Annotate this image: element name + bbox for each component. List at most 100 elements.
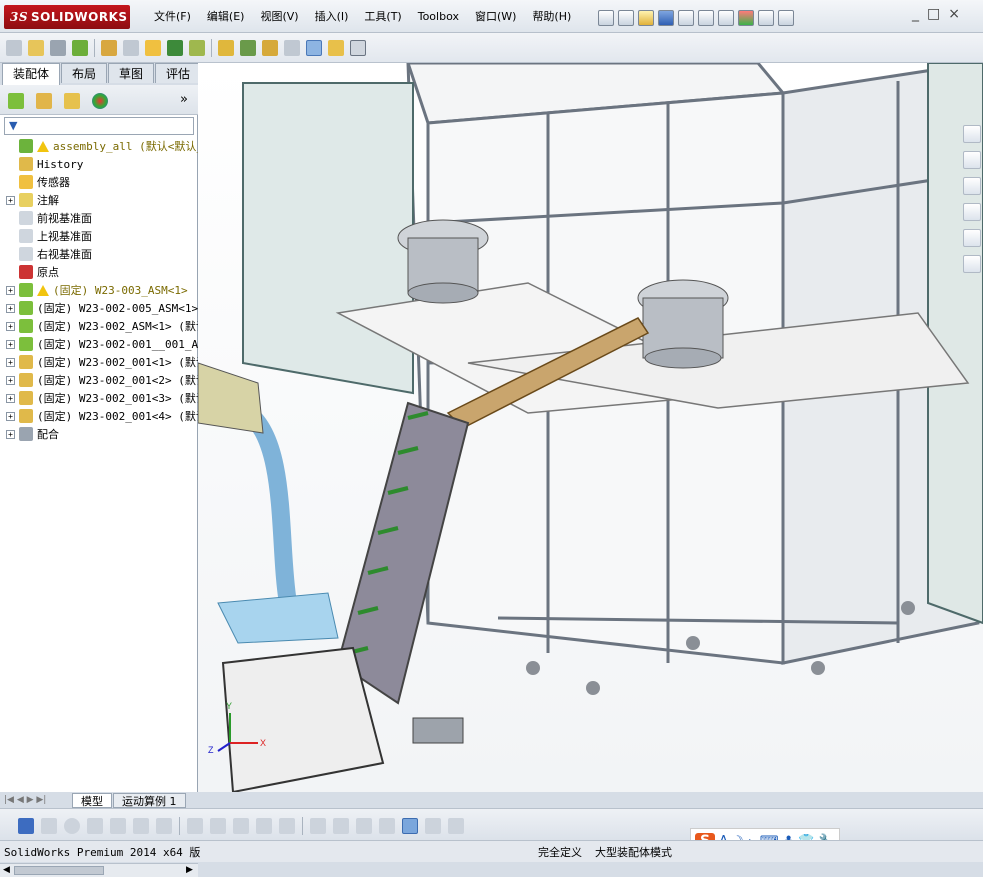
polygon-icon[interactable] <box>110 818 126 834</box>
save-icon[interactable] <box>658 10 674 26</box>
insert-component-icon[interactable] <box>6 40 22 56</box>
expand-toggle-icon[interactable]: + <box>6 339 15 349</box>
configuration-manager-tab-icon[interactable] <box>64 93 80 109</box>
tree-horizontal-scrollbar[interactable]: ◀ ▶ <box>0 863 198 877</box>
shaded-view-icon[interactable] <box>402 818 418 834</box>
feature-tree-tab-icon[interactable] <box>8 93 24 109</box>
command-tab[interactable]: 装配体 <box>2 63 61 85</box>
scroll-thumb[interactable] <box>14 866 104 875</box>
trim-icon[interactable] <box>133 818 149 834</box>
paperclip-icon[interactable] <box>50 40 66 56</box>
tree-node[interactable]: + (固定) W23-002_001<4> (默认 <box>0 407 207 425</box>
angle-icon[interactable] <box>156 818 172 834</box>
close-button[interactable]: × <box>948 6 960 22</box>
menu-item[interactable]: 帮助(H) <box>524 0 579 33</box>
display-manager-tab-icon[interactable] <box>92 93 108 109</box>
convert-entities-icon[interactable] <box>233 818 249 834</box>
save-icon[interactable] <box>18 818 34 834</box>
tree-node[interactable]: + (固定) W23-002_001<1> (默认 <box>0 353 207 371</box>
menu-item[interactable]: 插入(I) <box>307 0 357 33</box>
expand-toggle-icon[interactable]: + <box>6 303 15 313</box>
line-icon[interactable] <box>87 818 103 834</box>
menu-item[interactable]: 编辑(E) <box>199 0 253 33</box>
expand-toggle-icon[interactable]: + <box>6 321 15 331</box>
expand-panel-icon[interactable]: » <box>180 92 188 107</box>
bill-of-materials-icon[interactable] <box>218 40 234 56</box>
menu-item[interactable]: 文件(F) <box>146 0 199 33</box>
large-assembly-icon[interactable] <box>350 40 366 56</box>
box-icon[interactable] <box>379 818 395 834</box>
property-manager-tab-icon[interactable] <box>36 93 52 109</box>
menu-item[interactable]: 窗口(W) <box>467 0 524 33</box>
tree-node[interactable]: 上视基准面 <box>0 227 198 245</box>
new-document-icon[interactable] <box>618 10 634 26</box>
command-tab[interactable]: 评估 <box>155 63 202 83</box>
linear-pattern-icon[interactable] <box>72 40 88 56</box>
grid-icon[interactable] <box>333 818 349 834</box>
tree-node[interactable]: + (固定) W23-002_001<3> (默认 <box>0 389 207 407</box>
design-library-icon[interactable] <box>963 151 981 169</box>
corner-icon[interactable] <box>256 818 272 834</box>
tree-node[interactable]: + (固定) W23-002-001__001_AS <box>0 335 205 353</box>
expand-toggle-icon[interactable]: + <box>6 375 15 385</box>
exploded-view-icon[interactable] <box>240 40 256 56</box>
tree-filter-input[interactable]: ▼ <box>4 117 194 135</box>
offset-icon[interactable] <box>210 818 226 834</box>
appearances-icon[interactable] <box>963 229 981 247</box>
tab-motion-study[interactable]: 运动算例 1 <box>113 792 186 808</box>
pin-icon[interactable] <box>598 10 614 26</box>
assembly-features-icon[interactable] <box>167 40 183 56</box>
tree-node[interactable]: + (固定) W23-002-005_ASM<1> <box>0 299 198 317</box>
circle-icon[interactable] <box>64 818 80 834</box>
tree-node[interactable]: + (固定) W23-002_001<2> (默认 <box>0 371 207 389</box>
tree-node[interactable]: 前视基准面 <box>0 209 198 227</box>
menu-item[interactable]: 视图(V) <box>252 0 306 33</box>
mate-icon[interactable] <box>28 40 44 56</box>
scroll-right-icon[interactable]: ▶ <box>186 865 193 875</box>
restore-button[interactable]: □ <box>927 6 940 22</box>
tree-node[interactable]: 右视基准面 <box>0 245 198 263</box>
move-component-icon[interactable] <box>123 40 139 56</box>
command-tab[interactable]: 布局 <box>61 63 108 83</box>
menu-item[interactable]: 工具(T) <box>356 0 409 33</box>
view-palette-icon[interactable] <box>963 203 981 221</box>
options-icon[interactable] <box>758 10 774 26</box>
dashed-rectangle-icon[interactable] <box>279 818 295 834</box>
custom-properties-icon[interactable] <box>963 255 981 273</box>
print-icon[interactable] <box>678 10 694 26</box>
expand-toggle-icon[interactable]: + <box>6 285 15 295</box>
explode-line-icon[interactable] <box>262 40 278 56</box>
select-arrow-icon[interactable] <box>718 10 734 26</box>
solidworks-logo[interactable]: 3S SOLIDWORKS <box>4 5 130 29</box>
expand-toggle-icon[interactable]: + <box>6 195 15 205</box>
table-icon[interactable] <box>448 818 464 834</box>
instant-3d-icon[interactable] <box>284 40 300 56</box>
expand-toggle-icon[interactable]: + <box>6 357 15 367</box>
minimize-button[interactable]: _ <box>912 6 919 22</box>
update-speedpak-icon[interactable] <box>306 40 322 56</box>
reference-geometry-icon[interactable] <box>189 40 205 56</box>
tab-nav-icons[interactable]: |◀ ◀ ▶ ▶| <box>0 795 72 805</box>
angle-dimension-icon[interactable] <box>356 818 372 834</box>
tree-node[interactable]: assembly_all (默认<默认_显 <box>0 137 214 155</box>
tree-node[interactable]: 原点 <box>0 263 198 281</box>
show-hidden-icon[interactable] <box>145 40 161 56</box>
rebuild-icon[interactable] <box>738 10 754 26</box>
expand-toggle-icon[interactable]: + <box>6 411 15 421</box>
tree-node[interactable]: 传感器 <box>0 173 198 191</box>
tab-model[interactable]: 模型 <box>72 792 112 808</box>
help-icon[interactable] <box>778 10 794 26</box>
open-folder-icon[interactable] <box>638 10 654 26</box>
tree-node[interactable]: History <box>0 155 198 173</box>
scroll-left-icon[interactable]: ◀ <box>3 865 10 875</box>
home-icon[interactable] <box>963 125 981 143</box>
command-tab[interactable]: 草图 <box>108 63 155 83</box>
dimension-icon[interactable] <box>310 818 326 834</box>
file-explorer-icon[interactable] <box>963 177 981 195</box>
graphics-viewport[interactable]: Y X Z <box>198 63 983 792</box>
menu-item[interactable]: Toolbox <box>410 0 467 33</box>
camera-icon[interactable] <box>425 818 441 834</box>
tree-node[interactable]: + 配合 <box>0 425 198 443</box>
take-snapshot-icon[interactable] <box>328 40 344 56</box>
smart-fasteners-icon[interactable] <box>101 40 117 56</box>
